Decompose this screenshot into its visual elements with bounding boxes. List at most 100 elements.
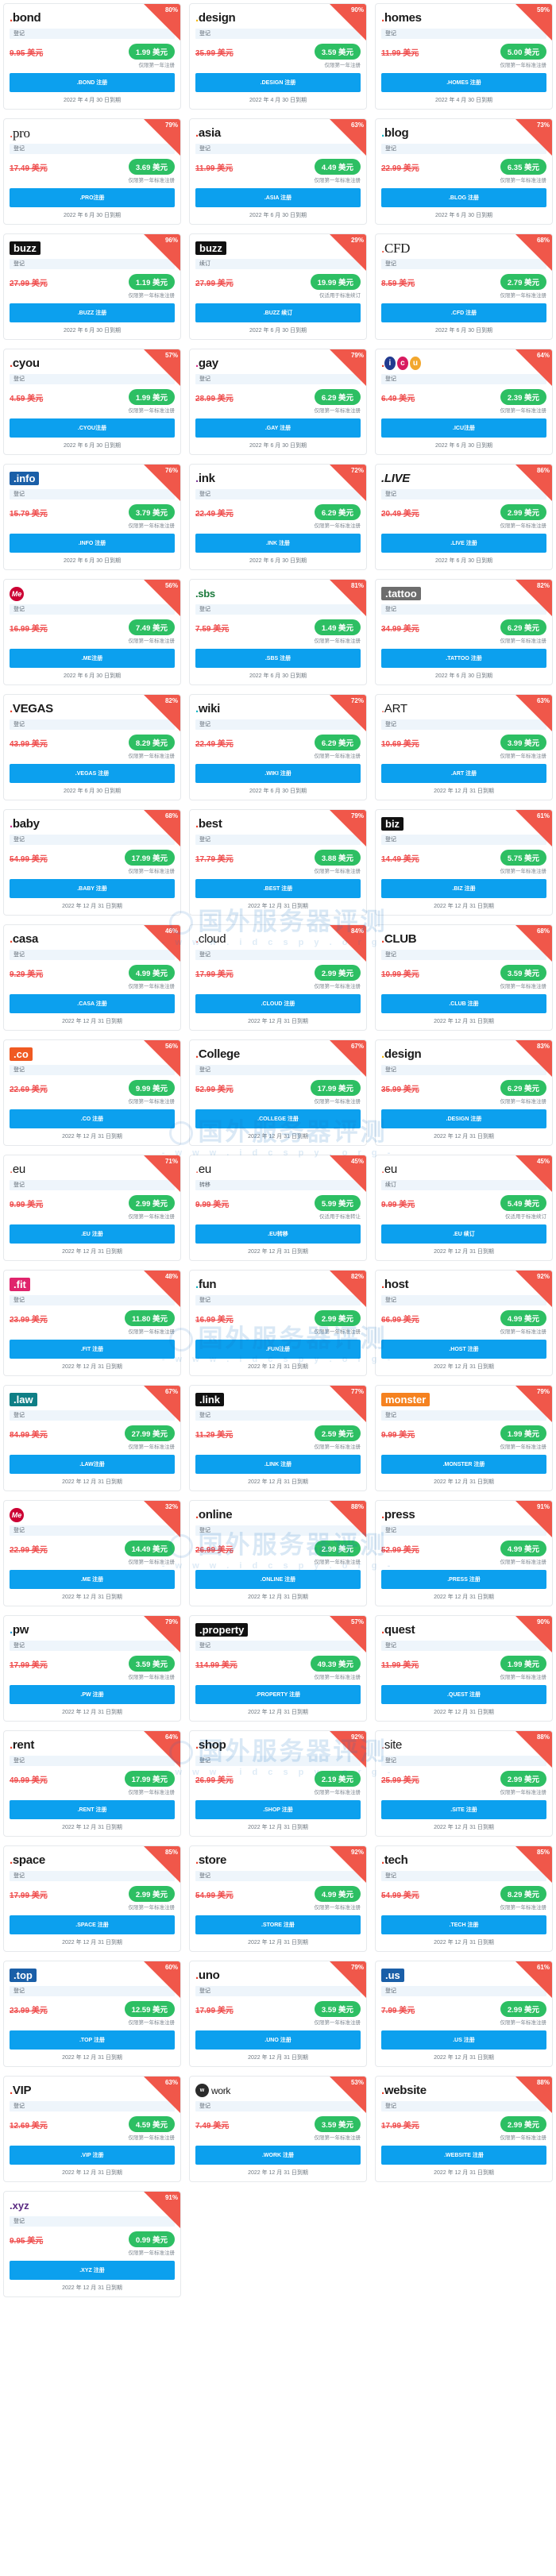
register-button[interactable]: .BIZ 注册 (381, 879, 546, 898)
original-price: 7.59 美元 (195, 624, 230, 634)
register-button[interactable]: .BUZZ 续订 (195, 303, 361, 322)
register-button[interactable]: .EU转移 (195, 1224, 361, 1244)
sale-price-badge: 3.59 美元 (500, 965, 546, 981)
register-button[interactable]: .LIVE 注册 (381, 534, 546, 553)
register-button[interactable]: .CO 注册 (10, 1109, 175, 1128)
register-button[interactable]: .FIT 注册 (10, 1340, 175, 1359)
price-row: 11.99 美元 5.00 美元 (381, 44, 546, 60)
register-button[interactable]: .CLOUD 注册 (195, 994, 361, 1013)
register-button[interactable]: .COLLEGE 注册 (195, 1109, 361, 1128)
domain-card: 90% .design 登记 35.99 美元 3.59 美元 仅限第一年注册 .DESIG… (189, 3, 367, 110)
register-button[interactable]: .WORK 注册 (195, 2146, 361, 2165)
original-price: 54.99 美元 (195, 1891, 234, 1900)
original-price: 7.49 美元 (195, 2121, 230, 2131)
domain-card: 85% .space 登记 17.99 美元 2.99 美元 仅限第一年标准注册 .SPAC… (3, 1845, 181, 1952)
price-note: 仅限第一年标准注册 (314, 1790, 361, 1795)
tld-logo: .VIP (10, 2084, 32, 2097)
register-button[interactable]: .BEST 注册 (195, 879, 361, 898)
register-button[interactable]: .TOP 注册 (10, 2030, 175, 2050)
register-button[interactable]: .ART 注册 (381, 764, 546, 783)
price-note: 仅限第一年标准注册 (128, 2250, 176, 2256)
register-button[interactable]: .SITE 注册 (381, 1800, 546, 1819)
offer-type-label: 登记 (10, 1180, 175, 1190)
offer-expiry: 2022 年 6 月 30 日到期 (64, 673, 121, 679)
register-button[interactable]: .FUN注册 (195, 1340, 361, 1359)
price-note: 仅限第一年标准注册 (500, 1099, 547, 1105)
original-price: 54.99 美元 (10, 854, 48, 864)
original-price: 4.59 美元 (10, 394, 44, 403)
domain-card: 68% .CFD 登记 8.59 美元 2.79 美元 仅限第一年标准注册 .CFD 注册 2… (375, 233, 553, 340)
tld-logo: .icu (381, 355, 546, 372)
register-button[interactable]: .PRO注册 (10, 188, 175, 207)
register-button[interactable]: .BOND 注册 (10, 73, 175, 92)
offer-expiry: 2022 年 12 月 31 日到期 (62, 1364, 122, 1370)
price-note: 仅限第一年标准注册 (500, 63, 547, 68)
register-button[interactable]: .INFO 注册 (10, 534, 175, 553)
register-button[interactable]: .UNO 注册 (195, 2030, 361, 2050)
register-button[interactable]: .ASIA 注册 (195, 188, 361, 207)
offer-type-label: 登记 (381, 374, 546, 384)
register-button[interactable]: .DESIGN 注册 (195, 73, 361, 92)
register-button[interactable]: .PROPERTY 注册 (195, 1685, 361, 1704)
register-button[interactable]: .VIP 注册 (10, 2146, 175, 2165)
register-button[interactable]: .RENT 注册 (10, 1800, 175, 1819)
register-button[interactable]: .ICU注册 (381, 418, 546, 438)
register-button[interactable]: .CASA 注册 (10, 994, 175, 1013)
price-note: 仅限第一年标准注册 (314, 2135, 361, 2141)
price-row: 35.99 美元 3.59 美元 (195, 44, 361, 60)
register-button[interactable]: .ME 注册 (10, 1570, 175, 1589)
register-button[interactable]: .XYZ 注册 (10, 2261, 175, 2280)
register-button[interactable]: .HOST 注册 (381, 1340, 546, 1359)
tld-logo: .quest (381, 1623, 415, 1637)
sale-price-badge: 12.59 美元 (124, 2001, 175, 2017)
register-button[interactable]: .LINK 注册 (195, 1455, 361, 1474)
price-note: 仅适用于标准续订 (319, 293, 361, 299)
register-button[interactable]: .WEBSITE 注册 (381, 2146, 546, 2165)
offer-expiry: 2022 年 6 月 30 日到期 (249, 673, 307, 679)
register-button[interactable]: .WIKI 注册 (195, 764, 361, 783)
register-button[interactable]: .HOMES 注册 (381, 73, 546, 92)
price-row: 66.99 美元 4.99 美元 (381, 1310, 546, 1326)
register-button[interactable]: .CFD 注册 (381, 303, 546, 322)
register-button[interactable]: .TECH 注册 (381, 1915, 546, 1934)
register-button[interactable]: .MONSTER 注册 (381, 1455, 546, 1474)
offer-expiry: 2022 年 12 月 31 日到期 (62, 1595, 122, 1600)
register-button[interactable]: .TATTOO 注册 (381, 649, 546, 668)
price-note: 仅限第一年标准注册 (500, 1905, 547, 1911)
tld-logo: .LIVE (381, 472, 411, 485)
register-button[interactable]: .QUEST 注册 (381, 1685, 546, 1704)
register-button[interactable]: .PW 注册 (10, 1685, 175, 1704)
register-button[interactable]: .SHOP 注册 (195, 1800, 361, 1819)
register-button[interactable]: .VEGAS 注册 (10, 764, 175, 783)
domain-card: 91% .xyz 登记 9.95 美元 0.99 美元 仅限第一年标准注册 .XYZ 注册 2… (3, 2191, 181, 2297)
register-button[interactable]: .DESIGN 注册 (381, 1109, 546, 1128)
register-button[interactable]: .CLUB 注册 (381, 994, 546, 1013)
register-button[interactable]: .INK 注册 (195, 534, 361, 553)
sale-price-badge: 1.49 美元 (314, 619, 361, 635)
offer-expiry: 2022 年 6 月 30 日到期 (435, 558, 492, 564)
register-button[interactable]: .STORE 注册 (195, 1915, 361, 1934)
register-button[interactable]: .BLOG 注册 (381, 188, 546, 207)
original-price: 27.99 美元 (195, 279, 234, 288)
register-button[interactable]: .CYOU注册 (10, 418, 175, 438)
original-price: 9.95 美元 (10, 2236, 44, 2246)
register-button[interactable]: .ONLINE 注册 (195, 1570, 361, 1589)
tld-logo: .us (381, 1967, 546, 1984)
register-button[interactable]: .PRESS 注册 (381, 1570, 546, 1589)
register-button[interactable]: .EU 注册 (10, 1224, 175, 1244)
register-button[interactable]: .LAW注册 (10, 1455, 175, 1474)
domain-card: 88% .online 登记 26.99 美元 2.99 美元 仅限第一年标准注册 .ONL… (189, 1500, 367, 1606)
domain-card: 60% .top 登记 23.99 美元 12.59 美元 仅限第一年标准注册 .TOP 注… (3, 1961, 181, 2067)
register-button[interactable]: .SBS 注册 (195, 649, 361, 668)
original-price: 6.49 美元 (381, 394, 415, 403)
offer-type-label: 登记 (10, 1525, 175, 1536)
register-button[interactable]: .GAY 注册 (195, 418, 361, 438)
price-row: 16.99 美元 2.99 美元 (195, 1310, 361, 1326)
register-button[interactable]: .ME注册 (10, 649, 175, 668)
sale-price-badge: 4.99 美元 (500, 1310, 546, 1326)
register-button[interactable]: .SPACE 注册 (10, 1915, 175, 1934)
register-button[interactable]: .EU 续订 (381, 1224, 546, 1244)
register-button[interactable]: .BUZZ 注册 (10, 303, 175, 322)
register-button[interactable]: .BABY 注册 (10, 879, 175, 898)
register-button[interactable]: .US 注册 (381, 2030, 546, 2050)
